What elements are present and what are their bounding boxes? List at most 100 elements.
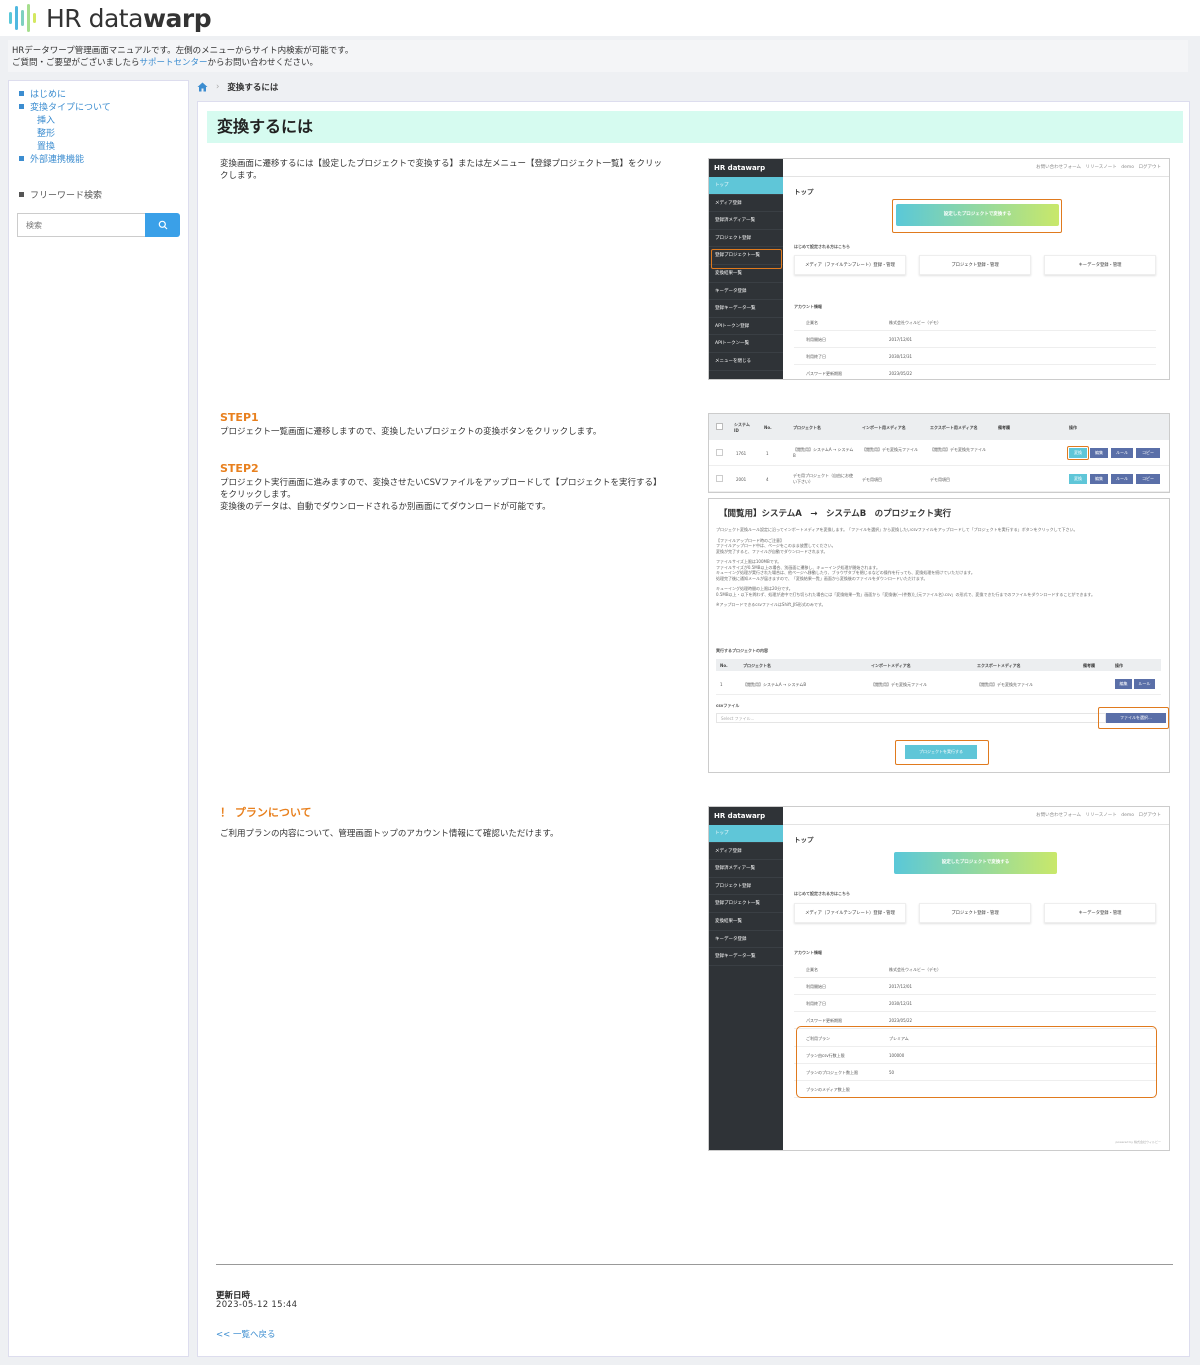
plan-text: ご利用プランの内容について、管理画面トップのアカウント情報にて確認いただけます。 (220, 829, 559, 839)
app-convert-button: 設定したプロジェクトで変換する (894, 852, 1057, 874)
home-icon[interactable] (197, 82, 208, 92)
sidebar-item-external[interactable]: 外部連携機能 (19, 154, 178, 167)
highlight-frame (796, 1026, 1157, 1098)
sidebar-item-hajimeni[interactable]: はじめに (19, 89, 178, 102)
app-logo: HR datawarp (709, 807, 783, 825)
sidebar: はじめに 変換タイプについて 挿入 整形 置換 外部連携機能 フリーワード検索 (8, 80, 189, 1357)
exec-table-row: 1 【閲覧用】システムA → システムB 【閲覧用】デモ変換元ファイル 【閲覧用… (716, 672, 1161, 695)
screenshot-top-page: お問い合わせフォーム リリースノート demo ログアウト HR datawar… (708, 158, 1170, 380)
search-button[interactable] (145, 213, 180, 237)
app-heading: トップ (794, 836, 814, 844)
app-account-row: 利用終了日 2030/12/31 (794, 995, 1156, 1012)
app-account-row: 利用開始日 2017/12/01 (794, 331, 1156, 348)
copy-button: コピー (1136, 474, 1160, 484)
app-card: メディア（ファイルテンプレート）登録・管理 (794, 903, 906, 923)
highlight-frame (1067, 446, 1089, 460)
app-card: キーデータ登録・管理 (1044, 255, 1156, 275)
list-header: システムID No. プロジェクト名 インポート用メディア名 エクスポート用メデ… (709, 414, 1169, 440)
app-account-row: パスワード更新期限 2023/05/22 (794, 365, 1156, 379)
freeword-label: フリーワード検索 (19, 188, 102, 201)
exec-table-header: No. プロジェクト名 インポートメディア名 エクスポートメディア名 備考欄 操… (716, 659, 1161, 671)
app-menu-item: メニューを閉じる (709, 353, 783, 371)
csv-label: csvファイル (716, 703, 740, 708)
app-card: プロジェクト登録・管理 (919, 903, 1031, 923)
screenshot-project-execute: 【閲覧用】システムA → システムB のプロジェクト実行 プロジェクト変換ルール… (708, 498, 1170, 773)
app-menu-item: キーデータ登録 (709, 931, 783, 949)
app-menu-item: 登録済メディア一覧 (709, 212, 783, 230)
intro-paragraph: 変換画面に遷移するには【設定したプロジェクトで変換する】または左メニュー【登録プ… (220, 159, 663, 181)
app-menu-item: トップ (709, 825, 783, 843)
app-menu-item: プロジェクト登録 (709, 878, 783, 896)
app-label: はじめて設定される方はこちら (794, 244, 850, 249)
plan-heading: ！ プランについて (220, 806, 312, 819)
highlight-frame (895, 740, 989, 765)
highlight-frame (711, 249, 782, 269)
screenshot-project-list: システムID No. プロジェクト名 インポート用メディア名 エクスポート用メデ… (708, 413, 1170, 493)
highlight-frame (892, 199, 1062, 233)
app-menu-item: プロジェクト登録 (709, 230, 783, 248)
intro-line-1: HRデータワープ管理画面マニュアルです。左側のメニューからサイト内検索が可能です… (12, 46, 354, 56)
step2-text: プロジェクト実行画面に進みますので、変換させたいCSVファイルをアップロードして… (220, 478, 662, 512)
app-heading: トップ (794, 188, 814, 196)
step1-heading: STEP1 (220, 411, 259, 424)
app-card: メディア（ファイルテンプレート）登録・管理 (794, 255, 906, 275)
app-menu-item: 登録キーデータ一覧 (709, 948, 783, 966)
sidebar-nav: はじめに 変換タイプについて 挿入 整形 置換 外部連携機能 (9, 81, 188, 167)
exec-title: 【閲覧用】システムA → システムB のプロジェクト実行 (719, 509, 952, 519)
back-to-list-link[interactable]: << 一覧へ戻る (216, 1328, 275, 1340)
sidebar-item-insert[interactable]: 挿入 (19, 115, 178, 128)
step2-heading: STEP2 (220, 462, 259, 475)
screenshot-plan-info: お問い合わせフォーム リリースノート demo ログアウト HR datawar… (708, 806, 1170, 1151)
app-label: アカウント情報 (794, 950, 822, 955)
intro-box: HRデータワープ管理画面マニュアルです。左側のメニューからサイト内検索が可能です… (8, 40, 1188, 72)
site-logo[interactable]: HR datawarp (8, 3, 212, 33)
logo-wave-icon (9, 4, 36, 32)
logo-text: HR datawarp (46, 3, 212, 33)
rule-button: ルール (1111, 474, 1133, 484)
sidebar-item-conversion-types[interactable]: 変換タイプについて (19, 102, 178, 115)
sidebar-item-replace[interactable]: 置換 (19, 141, 178, 154)
app-account-row: 企業名 株式会社ウィルビー（デモ） (794, 961, 1156, 978)
intro-line-2: ご質問・ご要望がございましたらサポートセンターからお問い合わせください。 (12, 58, 319, 68)
sidebar-item-format[interactable]: 整形 (19, 128, 178, 141)
app-menu-item: メディア登録 (709, 195, 783, 213)
bullet-square-icon (19, 156, 24, 161)
rule-button: ルール (1111, 448, 1133, 458)
app-logo: HR datawarp (709, 159, 783, 177)
app-label: アカウント情報 (794, 304, 822, 309)
bullet-square-icon (19, 104, 24, 109)
app-menu-item: キーデータ登録 (709, 283, 783, 301)
checkbox-icon (716, 449, 723, 456)
bullet-square-icon (19, 192, 24, 197)
app-card: キーデータ登録・管理 (1044, 903, 1156, 923)
page-title: 変換するには (207, 111, 1183, 143)
bullet-square-icon (19, 91, 24, 96)
app-menu-item: 登録プロジェクト一覧 (709, 895, 783, 913)
convert-button: 変換 (1069, 474, 1087, 484)
step1-text: プロジェクト一覧画面に遷移しますので、変換したいプロジェクトの変換ボタンをクリッ… (220, 427, 602, 437)
app-sidebar: HR datawarp トップ メディア登録 登録済メディア一覧 プロジェクト登… (709, 807, 783, 1150)
app-menu-item: APIトークン一覧 (709, 335, 783, 353)
updated-value: 2023-05-12 15:44 (216, 1300, 298, 1310)
search-input[interactable] (17, 213, 145, 237)
breadcrumb-current: 変換するには (227, 83, 279, 93)
highlight-frame (1098, 707, 1169, 729)
app-menu-item: APIトークン登録 (709, 318, 783, 336)
copy-button: コピー (1136, 448, 1160, 458)
support-center-link[interactable]: サポートセンター (140, 58, 208, 68)
exec-description: プロジェクト変換ルール設定に沿ってインポートメディアを変換します。「ファイルを選… (716, 527, 1095, 607)
edit-button: 編集 (1115, 679, 1132, 689)
app-account-row: 利用開始日 2017/12/01 (794, 978, 1156, 995)
breadcrumb-separator: › (216, 82, 220, 92)
app-menu-item: 登録済メディア一覧 (709, 860, 783, 878)
footer-divider (216, 1264, 1173, 1265)
app-menu-item: トップ (709, 177, 783, 195)
breadcrumb: › 変換するには (197, 80, 278, 94)
app-account-row: 利用終了日 2030/12/31 (794, 348, 1156, 365)
app-menu-item: メディア登録 (709, 843, 783, 861)
app-footer: powered by 株式会社ウィルビー (1115, 1140, 1161, 1144)
exec-subhead: 実行するプロジェクトの内容 (716, 648, 768, 653)
main-content: 変換するには 変換画面に遷移するには【設定したプロジェクトで変換する】または左メ… (197, 101, 1190, 1357)
app-menu-item: 登録キーデータ一覧 (709, 300, 783, 318)
search-box (17, 213, 180, 237)
